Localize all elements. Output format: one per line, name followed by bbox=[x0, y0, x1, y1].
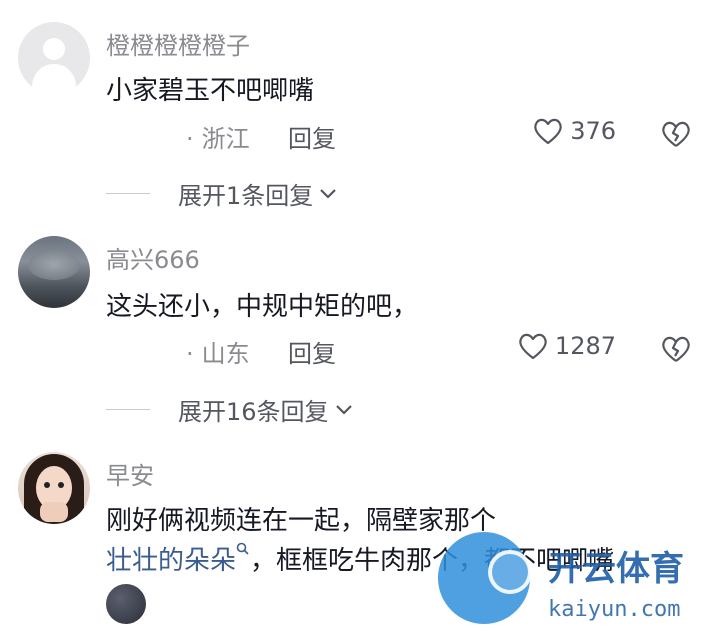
like-count: 376 bbox=[570, 117, 616, 145]
chevron-down-icon bbox=[320, 188, 337, 199]
comment-text: 这头还小，中规中矩的吧， bbox=[106, 292, 419, 322]
comment-location: · 山东 bbox=[186, 340, 250, 368]
watermark-brand: 开云体育 bbox=[548, 549, 684, 589]
like-button[interactable]: 376 bbox=[532, 116, 616, 146]
divider bbox=[106, 193, 150, 194]
expand-replies-button[interactable]: 展开1条回复 bbox=[106, 176, 337, 211]
broken-heart-icon[interactable] bbox=[660, 118, 692, 150]
avatar[interactable] bbox=[18, 22, 90, 94]
watermark-logo: 开云体育 kaiyun.com bbox=[438, 532, 684, 624]
expand-replies-button[interactable]: 展开16条回复 bbox=[106, 392, 353, 427]
reply-button[interactable]: 回复 bbox=[288, 119, 336, 154]
username[interactable]: 早安 bbox=[106, 456, 154, 491]
divider bbox=[106, 409, 150, 410]
reply-button[interactable]: 回复 bbox=[288, 334, 336, 369]
avatar[interactable] bbox=[18, 452, 90, 524]
search-icon[interactable] bbox=[236, 542, 250, 556]
avatar[interactable] bbox=[18, 236, 90, 308]
moon-emoji-icon bbox=[106, 584, 146, 624]
expand-replies-label: 展开1条回复 bbox=[178, 182, 314, 210]
username[interactable]: 橙橙橙橙橙子 bbox=[106, 26, 250, 61]
broken-heart-icon[interactable] bbox=[660, 333, 692, 365]
heart-outline-icon bbox=[534, 118, 562, 145]
watermark-url: kaiyun.com bbox=[548, 597, 680, 622]
like-button[interactable]: 1287 bbox=[517, 331, 616, 361]
username[interactable]: 高兴666 bbox=[106, 240, 200, 275]
chevron-down-icon bbox=[335, 404, 352, 415]
like-count: 1287 bbox=[554, 332, 616, 360]
mention-link[interactable]: 壮壮的朵朵 bbox=[106, 546, 236, 576]
comment-text: 小家碧玉不吧唧嘴 bbox=[106, 76, 315, 106]
heart-outline-icon bbox=[519, 333, 547, 360]
expand-replies-label: 展开16条回复 bbox=[178, 398, 329, 426]
comment-location: · 浙江 bbox=[186, 125, 250, 153]
